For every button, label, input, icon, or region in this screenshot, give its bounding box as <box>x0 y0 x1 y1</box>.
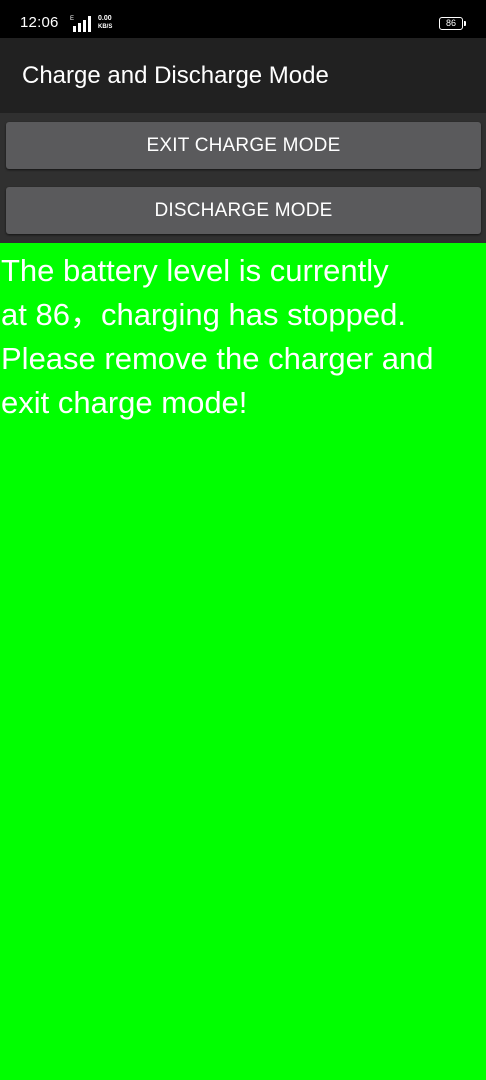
network-speed: 0.00 KB/S <box>98 15 122 31</box>
signal-icon <box>73 16 91 32</box>
network-speed-unit: KB/S <box>98 24 113 30</box>
status-message-line-4: exit charge mode! <box>1 385 248 420</box>
button-area: EXIT CHARGE MODE DISCHARGE MODE <box>0 113 486 243</box>
status-message-panel: The battery level is currently at 86，cha… <box>0 243 486 1080</box>
network-speed-value: 0.00 <box>98 15 112 22</box>
status-message-line-1: The battery level is currently <box>1 253 389 288</box>
app-bar: Charge and Discharge Mode <box>0 38 486 113</box>
status-time: 12:06 <box>20 14 59 31</box>
status-message: The battery level is currently at 86，cha… <box>1 249 485 425</box>
status-bar: 12:06 E 0.00 KB/S 86 <box>0 0 486 38</box>
battery-level: 86 <box>445 18 456 28</box>
battery-icon: 86 <box>439 17 463 30</box>
page-title: Charge and Discharge Mode <box>22 62 329 89</box>
battery-tip <box>464 21 466 26</box>
status-message-line-2: at 86，charging has stopped. <box>1 297 406 332</box>
discharge-mode-button[interactable]: DISCHARGE MODE <box>6 187 481 234</box>
status-message-line-3: Please remove the charger and <box>1 341 434 376</box>
exit-charge-mode-button[interactable]: EXIT CHARGE MODE <box>6 122 481 169</box>
